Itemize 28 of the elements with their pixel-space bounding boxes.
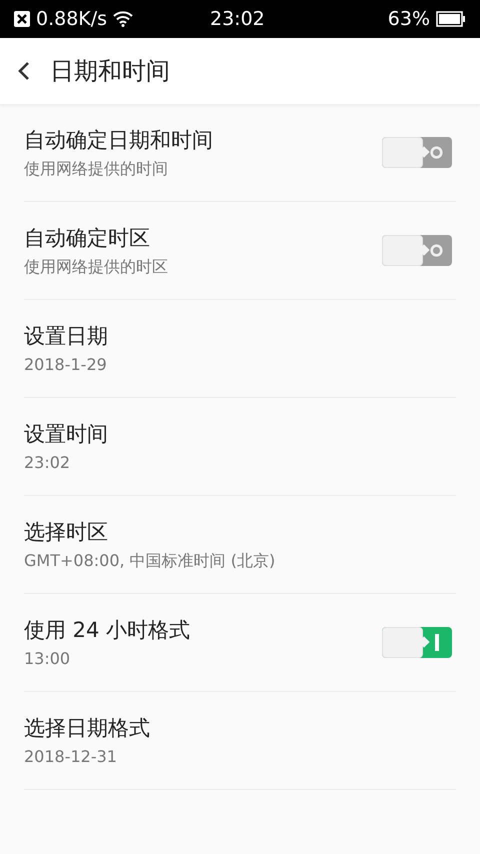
battery-percent: 63%	[388, 6, 430, 32]
setting-value: 2018-12-31	[24, 746, 118, 768]
off-circle-icon	[430, 244, 443, 257]
toggle-switch[interactable]	[382, 235, 452, 266]
setting-title: 设置时间	[24, 420, 109, 448]
setting-value: 使用网络提供的时间	[24, 158, 169, 180]
data-off-icon	[14, 11, 30, 27]
off-circle-icon	[430, 146, 443, 159]
setting-value: 23:02	[24, 452, 72, 474]
setting-value: 13:00	[24, 648, 72, 670]
toggle-switch[interactable]	[382, 137, 452, 168]
setting-title: 自动确定日期和时间	[24, 126, 214, 154]
clock: 23:02	[210, 6, 265, 32]
setting-title: 选择时区	[24, 518, 109, 546]
setting-value: 2018-1-29	[24, 354, 108, 376]
network-speed: 0.88K/s	[36, 6, 108, 32]
setting-title: 选择日期格式	[24, 714, 151, 742]
setting-title: 设置日期	[24, 322, 109, 350]
wifi-icon	[113, 11, 134, 27]
setting-title: 自动确定时区	[24, 224, 151, 252]
back-icon	[18, 61, 30, 81]
setting-title: 使用 24 小时格式	[24, 616, 192, 644]
setting-value: GMT+08:00, 中国标准时间 (北京)	[24, 550, 276, 572]
on-bar-icon	[435, 634, 439, 651]
toggle-switch[interactable]	[382, 627, 452, 658]
page-title: 日期和时间	[50, 56, 170, 87]
battery-icon	[436, 11, 466, 27]
setting-value: 使用网络提供的时区	[24, 256, 169, 278]
